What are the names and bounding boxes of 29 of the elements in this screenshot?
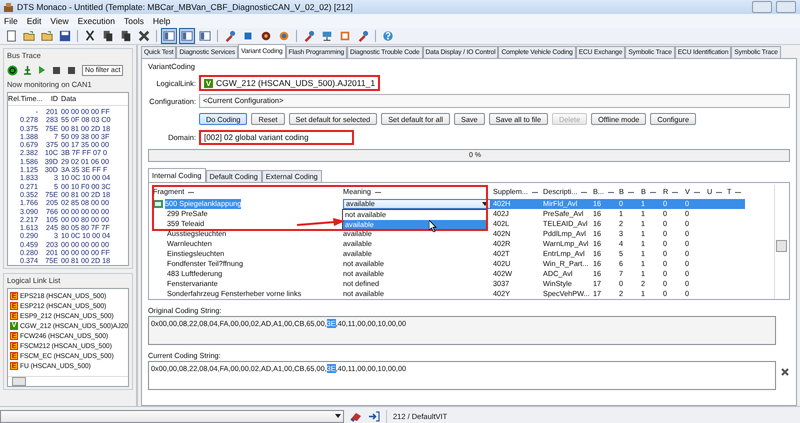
- menu-item[interactable]: Tools: [124, 16, 144, 26]
- save-icon[interactable]: [57, 28, 73, 44]
- window-title: DTS Monaco - Untitled (Template: MBCar_MBVan_CBF_DiagnosticCAN_V_02_02) [212]: [17, 2, 354, 12]
- delete-icon[interactable]: [136, 28, 152, 44]
- scrollbar[interactable]: [774, 185, 787, 299]
- menu-item[interactable]: Help: [152, 16, 170, 26]
- scrollbar[interactable]: [8, 376, 128, 386]
- menu-item[interactable]: File: [4, 16, 18, 26]
- caret-icon: [335, 414, 341, 418]
- domain-value: [002] 02 global variant coding: [204, 132, 310, 142]
- layout-icon[interactable]: [179, 28, 195, 44]
- menu-item[interactable]: Edit: [26, 16, 42, 26]
- start-icon[interactable]: [7, 64, 18, 76]
- logical-link-value: CGW_212 (HSCAN_UDS_500).AJ2011_1: [216, 78, 376, 88]
- login-icon[interactable]: [368, 410, 380, 422]
- close-icon[interactable]: [781, 368, 789, 376]
- status-dropdown[interactable]: [0, 410, 344, 422]
- layout-icon[interactable]: [161, 28, 177, 44]
- component-icon: [153, 200, 163, 208]
- anchor-icon[interactable]: [22, 64, 33, 76]
- menu-item[interactable]: View: [50, 16, 69, 26]
- caret-icon: [482, 202, 488, 206]
- app-icon: [4, 2, 13, 12]
- eraser-icon[interactable]: [350, 410, 362, 422]
- stop-icon[interactable]: [67, 64, 78, 76]
- annotation-arrow: [297, 218, 345, 228]
- stop-icon[interactable]: [52, 64, 63, 76]
- row-highlight: [725, 199, 745, 209]
- menu-item[interactable]: Execution: [78, 16, 115, 26]
